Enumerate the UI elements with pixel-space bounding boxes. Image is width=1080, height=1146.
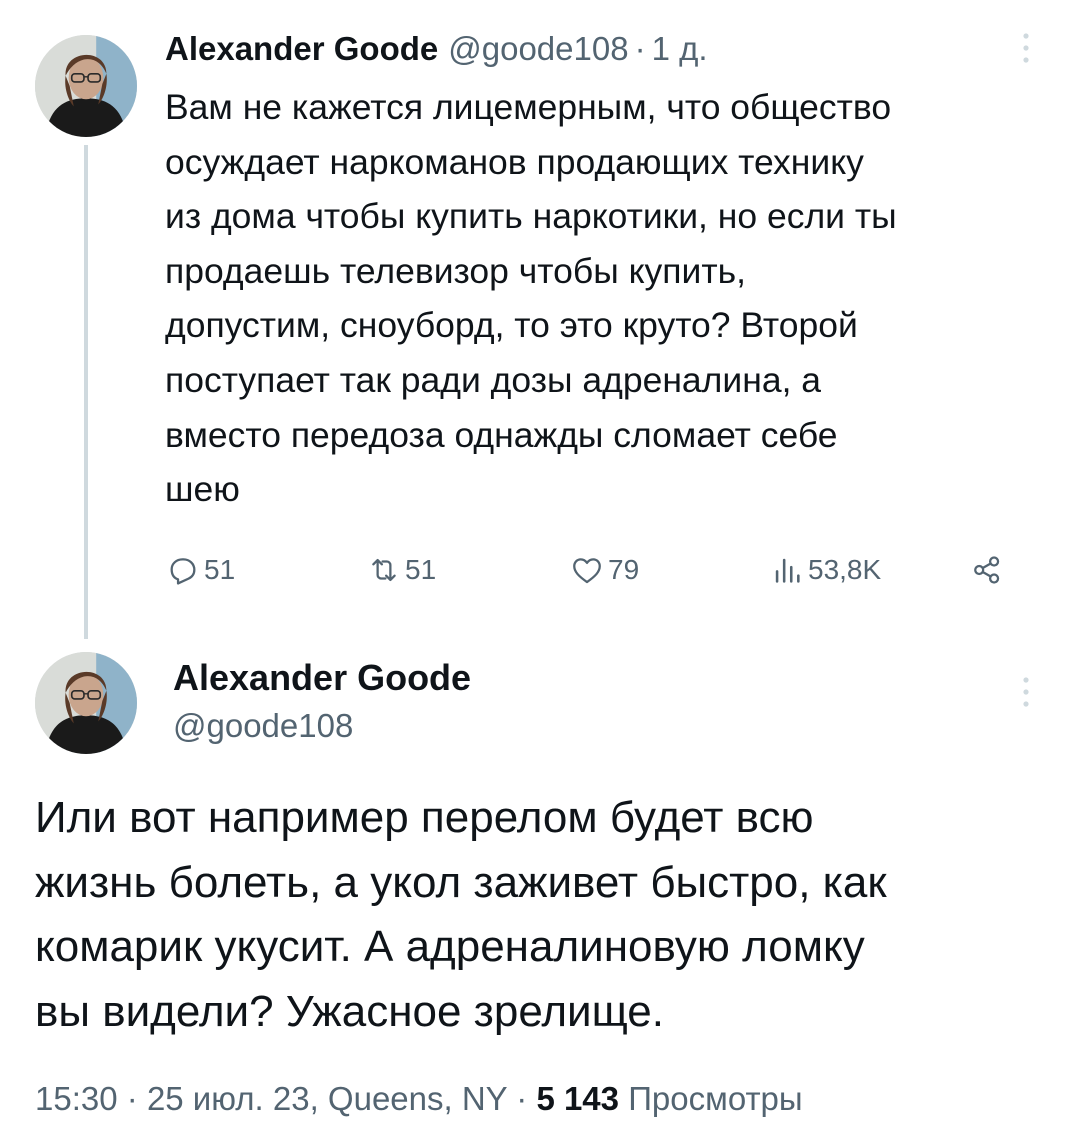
avatar-image [35, 652, 137, 754]
tweet-text-line: поступает так ради дозы адреналина, а [165, 359, 822, 400]
tweet-time[interactable]: 15:30 [35, 1080, 118, 1117]
tweet-text-line: из дома чтобы купить наркотики, но если … [165, 196, 897, 237]
reply-icon [170, 558, 196, 585]
avatar-image [35, 35, 137, 137]
main-tweet-header: Alexander Goode @goode108 [173, 656, 471, 748]
views-count: 53,8K [808, 554, 882, 585]
author-handle[interactable]: @goode108 [448, 30, 628, 68]
tweet-header: Alexander Goode @goode108 · 1 д. [165, 30, 708, 70]
main-tweet-text: Или вот например перелом будет всю жизнь… [35, 786, 1055, 1044]
reply-tweet-text: Вам не кажется лицемерным, что общество … [165, 80, 1045, 517]
more-icon[interactable] [1016, 28, 1036, 68]
tweet-text-line: вы видели? Ужасное зрелище. [35, 986, 664, 1036]
avatar[interactable] [35, 35, 137, 137]
tweet-text-line: жизнь болеть, а укол заживет быстро, как [35, 857, 887, 907]
views-count[interactable]: 5 143 [536, 1080, 619, 1117]
separator-dot: · [634, 30, 646, 67]
separator-dot: · [126, 1080, 138, 1117]
tweet-text-line: осуждает наркоманов продающих технику [165, 141, 864, 182]
tweet-text-line: Вам не кажется лицемерным, что общество [165, 87, 892, 127]
retweet-icon [372, 558, 396, 582]
tweet-text-line: комарик укусит. А адреналиновую ломку [35, 922, 865, 972]
tweet-date[interactable]: 25 июл. 23 [147, 1080, 310, 1117]
location-comma: , [309, 1080, 319, 1117]
tweet-text-line: допустим, сноуборд, то это круто? Второй [165, 305, 858, 346]
tweet-meta: 15:30 · 25 июл. 23, Queens, NY · 5 143 П… [35, 1075, 803, 1123]
author-handle[interactable]: @goode108 [173, 704, 471, 748]
views-icon [775, 558, 800, 583]
avatar[interactable] [35, 652, 137, 754]
separator-dot: · [516, 1080, 528, 1117]
share-icon [974, 556, 1000, 584]
tweet-text-line: Или вот например перелом будет всю [35, 793, 814, 842]
author-name[interactable]: Alexander Goode [165, 30, 438, 68]
like-button[interactable]: 79 [570, 548, 639, 592]
retweet-count: 51 [405, 554, 437, 585]
tweet-text-line: шею [165, 469, 240, 510]
views-label[interactable]: Просмотры [628, 1080, 802, 1117]
reply-count: 51 [204, 554, 236, 585]
tweet-location[interactable]: Queens, NY [328, 1080, 507, 1117]
tweet-actions: 51 51 79 53,8K [0, 548, 1080, 592]
tweet-text-line: вместо передоза однажды сломает себе [165, 414, 838, 455]
more-icon[interactable] [1016, 672, 1036, 712]
share-button[interactable] [970, 548, 1008, 592]
tweet-text-line: продаешь телевизор чтобы купить, [165, 250, 746, 291]
tweet-time[interactable]: 1 д. [652, 30, 708, 68]
reply-button[interactable]: 51 [166, 548, 235, 592]
views-button[interactable]: 53,8K [770, 548, 881, 592]
author-name[interactable]: Alexander Goode [173, 656, 471, 700]
retweet-button[interactable]: 51 [367, 548, 436, 592]
like-count: 79 [608, 554, 640, 585]
like-icon [573, 558, 601, 584]
